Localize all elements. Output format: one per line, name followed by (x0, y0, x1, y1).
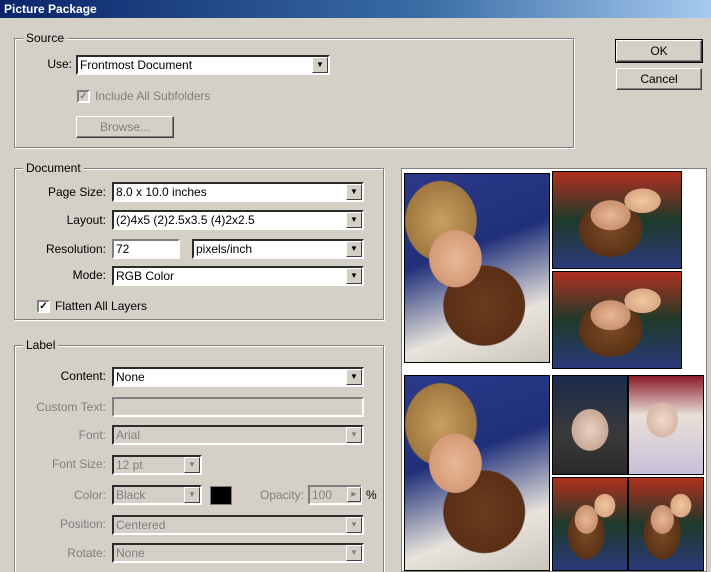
window-title: Picture Package (0, 0, 711, 18)
document-legend: Document (23, 161, 84, 175)
color-label: Color: (73, 488, 106, 502)
chevron-down-icon[interactable]: ▼ (346, 427, 362, 443)
rotate-label: Rotate: (67, 546, 106, 560)
checkmark-icon: ✓ (39, 301, 48, 312)
preview-photo-2x2.5-3[interactable] (552, 477, 628, 571)
font-value: Arial (116, 428, 141, 442)
chevron-down-icon[interactable]: ▼ (346, 184, 362, 200)
font-size-label: Font Size: (51, 457, 106, 471)
chevron-down-icon[interactable]: ▼ (312, 57, 328, 73)
preview-photo-2x2.5-4[interactable] (628, 477, 704, 571)
flatten-layers-label: Flatten All Layers (55, 299, 148, 313)
include-subfolders-label: Include All Subfolders (95, 89, 211, 103)
color-select[interactable]: Black ▼ (112, 485, 202, 505)
font-label: Font: (78, 428, 106, 442)
chevron-down-icon[interactable]: ▼ (346, 369, 362, 385)
cancel-button[interactable]: Cancel (616, 68, 702, 90)
font-size-select[interactable]: 12 pt ▼ (112, 455, 202, 475)
preview-photo-2x2.5-1[interactable] (552, 375, 628, 475)
preview-photo-4x5-top[interactable] (404, 173, 550, 363)
chevron-right-icon[interactable]: ▶ (347, 487, 361, 502)
rotate-value: None (116, 546, 145, 560)
chevron-down-icon[interactable]: ▼ (184, 487, 200, 503)
opacity-value: 100 (312, 488, 333, 502)
page-size-label: Page Size: (47, 185, 106, 199)
opacity-input[interactable]: 100 ▶ (308, 485, 362, 505)
preview-photo-2x2.5-2[interactable] (628, 375, 704, 475)
mode-label: Mode: (72, 268, 106, 282)
preview-photo-4x5-bottom[interactable] (404, 375, 550, 571)
position-label: Position: (59, 517, 106, 531)
source-legend: Source (23, 31, 68, 45)
rotate-select[interactable]: None ▼ (112, 543, 364, 563)
flatten-layers-checkbox[interactable]: ✓ (37, 300, 50, 313)
opacity-label: Opacity: (259, 488, 304, 502)
browse-button[interactable]: Browse... (76, 116, 174, 138)
chevron-down-icon[interactable]: ▼ (346, 268, 362, 284)
font-size-value: 12 pt (116, 458, 143, 472)
include-subfolders-checkbox[interactable]: ✓ (77, 90, 90, 103)
label-legend: Label (23, 338, 59, 352)
content-label: Content: (60, 369, 106, 383)
color-swatch[interactable] (210, 486, 232, 505)
preview-photo-2.5x3.5-bottom[interactable] (552, 271, 682, 369)
chevron-down-icon[interactable]: ▼ (346, 545, 362, 561)
resolution-label: Resolution: (45, 242, 106, 256)
ok-button[interactable]: OK (615, 39, 703, 63)
content-select[interactable]: None ▼ (112, 367, 364, 387)
chevron-down-icon[interactable]: ▼ (346, 517, 362, 533)
use-label: Use: (47, 57, 72, 71)
preview-photo-2.5x3.5-top[interactable] (552, 171, 682, 269)
use-value: Frontmost Document (80, 58, 193, 72)
resolution-input[interactable]: 72 (112, 239, 180, 259)
resolution-unit-value: pixels/inch (196, 242, 253, 256)
custom-text-input[interactable] (112, 397, 364, 417)
use-select[interactable]: Frontmost Document ▼ (76, 55, 330, 75)
layout-value: (2)4x5 (2)2.5x3.5 (4)2x2.5 (116, 213, 255, 227)
page-size-select[interactable]: 8.0 x 10.0 inches ▼ (112, 182, 364, 202)
chevron-down-icon[interactable]: ▼ (184, 457, 200, 473)
layout-label: Layout: (66, 213, 106, 227)
layout-preview[interactable] (401, 168, 707, 572)
opacity-unit: % (366, 488, 377, 502)
layout-select[interactable]: (2)4x5 (2)2.5x3.5 (4)2x2.5 ▼ (112, 210, 364, 230)
font-select[interactable]: Arial ▼ (112, 425, 364, 445)
content-value: None (116, 370, 145, 384)
position-select[interactable]: Centered ▼ (112, 515, 364, 535)
custom-text-label: Custom Text: (36, 400, 106, 414)
chevron-down-icon[interactable]: ▼ (346, 212, 362, 228)
resolution-unit-select[interactable]: pixels/inch ▼ (192, 239, 364, 259)
color-value: Black (116, 488, 146, 502)
position-value: Centered (116, 518, 166, 532)
page-size-value: 8.0 x 10.0 inches (116, 185, 207, 199)
chevron-down-icon[interactable]: ▼ (346, 241, 362, 257)
mode-value: RGB Color (116, 269, 175, 283)
checkmark-icon: ✓ (79, 91, 88, 102)
mode-select[interactable]: RGB Color ▼ (112, 266, 364, 286)
